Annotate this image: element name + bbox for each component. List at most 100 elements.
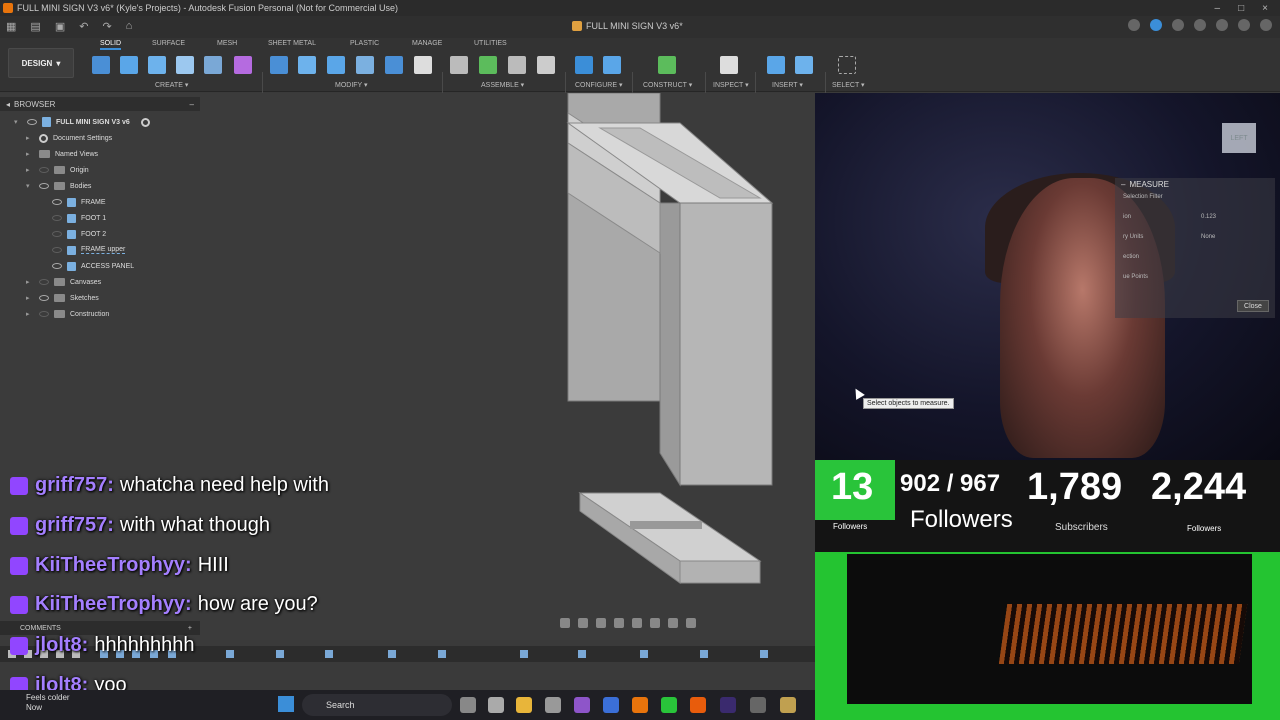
- add-tab-icon[interactable]: [1128, 19, 1140, 31]
- tab-solid[interactable]: SOLID: [100, 40, 122, 50]
- chamfer-icon[interactable]: [327, 56, 345, 74]
- combine-icon[interactable]: [385, 56, 403, 74]
- extensions-icon[interactable]: [1194, 19, 1206, 31]
- grid-settings-icon[interactable]: [668, 618, 678, 628]
- visibility-icon[interactable]: [27, 119, 37, 125]
- taskbar-search[interactable]: Search: [302, 694, 452, 716]
- viewcube[interactable]: LEFT: [1222, 123, 1256, 153]
- help-icon[interactable]: [1238, 19, 1250, 31]
- display-settings-icon[interactable]: [650, 618, 660, 628]
- revolve-icon[interactable]: [148, 56, 166, 74]
- tree-item-access-panel[interactable]: ACCESS PANEL: [52, 259, 134, 273]
- timeline-feature[interactable]: [578, 650, 586, 658]
- undo-icon[interactable]: ↶: [79, 20, 88, 33]
- configure-icon[interactable]: [575, 56, 593, 74]
- pattern-icon[interactable]: [204, 56, 222, 74]
- file-icon[interactable]: ▤: [30, 20, 40, 33]
- online-status-icon[interactable]: [1150, 19, 1162, 31]
- insert-canvas-icon[interactable]: [795, 56, 813, 74]
- joint-origin-icon[interactable]: [537, 56, 555, 74]
- tab-utilities[interactable]: UTILITIES: [474, 40, 507, 47]
- move-icon[interactable]: [414, 56, 432, 74]
- visibility-icon[interactable]: [39, 183, 49, 189]
- tree-item-canvases[interactable]: ▸ Canvases: [26, 275, 101, 289]
- minimize-panel-icon[interactable]: –: [190, 100, 194, 109]
- maximize-button[interactable]: □: [1238, 3, 1244, 14]
- visibility-icon[interactable]: [52, 199, 62, 205]
- fillet-icon[interactable]: [298, 56, 316, 74]
- construct-menu[interactable]: CONSTRUCT ▾: [643, 81, 692, 89]
- visibility-icon[interactable]: [52, 263, 62, 269]
- calculator-icon[interactable]: [488, 697, 504, 713]
- expand-arrow-icon[interactable]: ▾: [14, 118, 22, 126]
- premiere-icon[interactable]: [720, 697, 736, 713]
- visibility-icon[interactable]: [39, 311, 49, 317]
- tree-item-foot-1[interactable]: FOOT 1: [52, 211, 106, 225]
- offset-plane-icon[interactable]: [658, 56, 676, 74]
- precision-field[interactable]: 0.123: [1201, 214, 1216, 220]
- select-icon[interactable]: [838, 56, 856, 74]
- jobs-icon[interactable]: [1172, 19, 1184, 31]
- expand-arrow-icon[interactable]: ▸: [26, 166, 34, 174]
- spotify-icon[interactable]: [661, 697, 677, 713]
- insert-derive-icon[interactable]: [767, 56, 785, 74]
- kicad-icon[interactable]: [603, 697, 619, 713]
- shell-icon[interactable]: [356, 56, 374, 74]
- form-icon[interactable]: [234, 56, 252, 74]
- insert-menu[interactable]: INSERT ▾: [772, 81, 803, 89]
- expand-arrow-icon[interactable]: ▸: [26, 150, 34, 158]
- collapse-arrow-icon[interactable]: ◂: [6, 100, 10, 109]
- visual-studio-icon[interactable]: [574, 697, 590, 713]
- document-tab[interactable]: FULL MINI SIGN V3 v6*: [572, 21, 683, 31]
- obs-icon[interactable]: [750, 697, 766, 713]
- configuration-table-icon[interactable]: [603, 56, 621, 74]
- expand-arrow-icon[interactable]: ▸: [26, 310, 34, 318]
- tree-item-sketches[interactable]: ▸ Sketches: [26, 291, 99, 305]
- close-button[interactable]: ×: [1262, 3, 1268, 14]
- visibility-icon[interactable]: [39, 167, 49, 173]
- timeline-feature[interactable]: [700, 650, 708, 658]
- tree-item-named-views[interactable]: ▸ Named Views: [26, 147, 98, 161]
- tree-root[interactable]: ▾ FULL MINI SIGN V3 v6: [14, 115, 150, 129]
- visibility-icon[interactable]: [39, 295, 49, 301]
- orbit-icon[interactable]: [560, 618, 570, 628]
- configure-menu[interactable]: CONFIGURE ▾: [575, 81, 622, 89]
- assemble-menu[interactable]: ASSEMBLE ▾: [481, 81, 524, 89]
- tab-sheet-metal[interactable]: SHEET METAL: [268, 40, 316, 47]
- zoom-icon[interactable]: [614, 618, 624, 628]
- visibility-icon[interactable]: [52, 231, 62, 237]
- visibility-icon[interactable]: [52, 247, 62, 253]
- fusion-icon[interactable]: [632, 697, 648, 713]
- tree-item-frame-upper[interactable]: FRAME upper: [52, 243, 126, 257]
- visibility-icon[interactable]: [52, 215, 62, 221]
- collapse-icon[interactable]: –: [1121, 180, 1125, 189]
- fit-icon[interactable]: [632, 618, 642, 628]
- expand-arrow-icon[interactable]: ▸: [26, 294, 34, 302]
- tab-manage[interactable]: MANAGE: [412, 40, 442, 47]
- look-at-icon[interactable]: [578, 618, 588, 628]
- minimize-button[interactable]: –: [1215, 3, 1221, 14]
- pan-icon[interactable]: [596, 618, 606, 628]
- timeline-feature[interactable]: [760, 650, 768, 658]
- expand-arrow-icon[interactable]: ▸: [26, 134, 34, 142]
- measure-icon[interactable]: [720, 56, 738, 74]
- tab-surface[interactable]: SURFACE: [152, 40, 185, 47]
- press-pull-icon[interactable]: [270, 56, 288, 74]
- weather-widget[interactable]: Feels colder Now: [6, 693, 70, 713]
- select-menu[interactable]: SELECT ▾: [832, 81, 865, 89]
- unity-icon[interactable]: [545, 697, 561, 713]
- tree-item-origin[interactable]: ▸ Origin: [26, 163, 89, 177]
- tree-item-foot-2[interactable]: FOOT 2: [52, 227, 106, 241]
- notifications-icon[interactable]: [1216, 19, 1228, 31]
- visibility-icon[interactable]: [39, 279, 49, 285]
- viewports-icon[interactable]: [686, 618, 696, 628]
- workspace-switcher[interactable]: DESIGN ▾: [8, 48, 74, 78]
- expand-arrow-icon[interactable]: ▾: [26, 182, 34, 190]
- frame-right-leg[interactable]: [679, 202, 773, 486]
- app-icon[interactable]: [780, 697, 796, 713]
- close-button[interactable]: Close: [1237, 300, 1269, 312]
- home-icon[interactable]: ⌂: [126, 20, 133, 33]
- task-view-icon[interactable]: [460, 697, 476, 713]
- tree-item-bodies[interactable]: ▾ Bodies: [26, 179, 91, 193]
- inspect-menu[interactable]: INSPECT ▾: [713, 81, 749, 89]
